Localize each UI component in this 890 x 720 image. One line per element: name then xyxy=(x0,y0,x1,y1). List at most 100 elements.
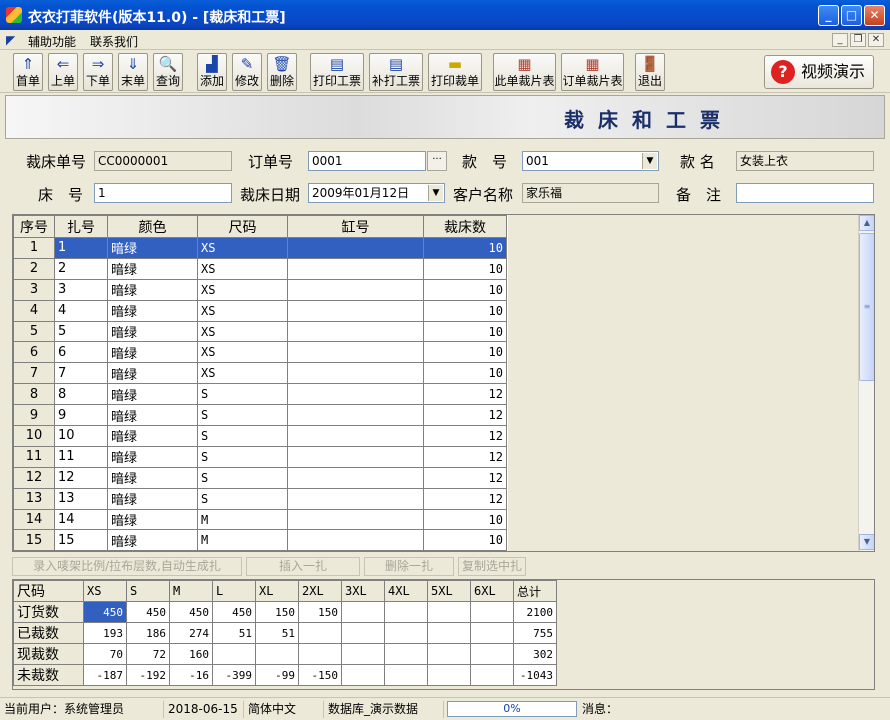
table-row[interactable]: 5 5 暗绿 XS 10 xyxy=(13,320,507,343)
size-value-cell[interactable]: -99 xyxy=(255,664,299,686)
size-value-cell[interactable] xyxy=(212,643,256,665)
size-cell[interactable]: XS xyxy=(197,299,288,322)
dye-lot-cell[interactable] xyxy=(287,257,424,280)
size-value-cell[interactable] xyxy=(341,664,385,686)
color-cell[interactable]: 暗绿 xyxy=(107,508,198,531)
size-cell[interactable]: XS xyxy=(197,341,288,364)
close-button[interactable]: ✕ xyxy=(864,5,885,26)
table-row[interactable]: 1 1 暗绿 XS 10 xyxy=(13,237,507,259)
size-cell[interactable]: XS xyxy=(197,257,288,280)
size-value-cell[interactable]: 302 xyxy=(513,643,557,665)
table-row[interactable]: 8 8 暗绿 S 12 xyxy=(13,383,507,406)
bundle-no-cell[interactable]: 9 xyxy=(54,404,108,427)
dye-lot-cell[interactable] xyxy=(287,278,424,301)
qty-cell[interactable]: 10 xyxy=(423,508,507,531)
size-value-cell[interactable] xyxy=(255,643,299,665)
size-value-cell[interactable]: 70 xyxy=(83,643,127,665)
last-record-button[interactable]: ⇓ 末单 xyxy=(118,53,148,91)
size-value-cell[interactable]: 274 xyxy=(169,622,213,644)
size-value-cell[interactable]: 150 xyxy=(298,601,342,623)
qty-cell[interactable]: 10 xyxy=(423,237,507,259)
size-value-cell[interactable] xyxy=(384,664,428,686)
scroll-down-icon[interactable]: ▼ xyxy=(859,534,874,550)
insert-bundle-button[interactable]: 插入一扎 xyxy=(246,557,360,576)
qty-cell[interactable]: 12 xyxy=(423,466,507,489)
size-value-cell[interactable] xyxy=(427,622,471,644)
size-value-cell[interactable]: -187 xyxy=(83,664,127,686)
qty-cell[interactable]: 10 xyxy=(423,529,507,551)
size-value-cell[interactable] xyxy=(427,664,471,686)
size-value-cell[interactable] xyxy=(470,601,514,623)
delete-bundle-button[interactable]: 删除一扎 xyxy=(364,557,454,576)
size-value-cell[interactable] xyxy=(341,622,385,644)
dye-lot-cell[interactable] xyxy=(287,487,424,510)
size-cell[interactable]: XS xyxy=(197,278,288,301)
qty-cell[interactable]: 10 xyxy=(423,278,507,301)
size-cell[interactable]: S xyxy=(197,383,288,406)
size-value-cell[interactable]: -399 xyxy=(212,664,256,686)
order-cut-piece-report-button[interactable]: ▦ 订单裁片表 xyxy=(561,53,624,91)
size-value-cell[interactable]: -16 xyxy=(169,664,213,686)
dye-lot-cell[interactable] xyxy=(287,383,424,406)
color-cell[interactable]: 暗绿 xyxy=(107,362,198,385)
remark-field[interactable] xyxy=(736,183,874,203)
style-name-field[interactable]: 女装上衣 xyxy=(736,151,874,171)
dye-lot-cell[interactable] xyxy=(287,341,424,364)
menu-assist[interactable]: 辅助功能 xyxy=(28,33,76,50)
menu-contact[interactable]: 联系我们 xyxy=(90,33,138,50)
prev-record-button[interactable]: ⇐ 上单 xyxy=(48,53,78,91)
qty-cell[interactable]: 10 xyxy=(423,299,507,322)
size-value-cell[interactable]: 755 xyxy=(513,622,557,644)
col-color-header[interactable]: 颜色 xyxy=(107,215,198,238)
dye-lot-cell[interactable] xyxy=(287,466,424,489)
size-value-cell[interactable]: 51 xyxy=(255,622,299,644)
chevron-down-icon[interactable]: ▼ xyxy=(428,185,443,201)
qty-cell[interactable]: 12 xyxy=(423,487,507,510)
delete-button[interactable]: 🗑 删除 xyxy=(267,53,297,91)
dye-lot-cell[interactable] xyxy=(287,362,424,385)
col-qty-header[interactable]: 裁床数 xyxy=(423,215,507,238)
col-seq-header[interactable]: 序号 xyxy=(13,215,55,238)
size-value-cell[interactable]: 160 xyxy=(169,643,213,665)
bundle-no-cell[interactable]: 2 xyxy=(54,257,108,280)
size-value-cell[interactable] xyxy=(384,643,428,665)
mdi-restore-button[interactable]: ❐ xyxy=(850,33,866,47)
next-record-button[interactable]: ⇒ 下单 xyxy=(83,53,113,91)
copy-bundle-button[interactable]: 复制选中扎 xyxy=(458,557,526,576)
size-value-cell[interactable] xyxy=(470,622,514,644)
size-value-cell[interactable] xyxy=(341,643,385,665)
table-row[interactable]: 10 10 暗绿 S 12 xyxy=(13,425,507,447)
dye-lot-cell[interactable] xyxy=(287,237,424,259)
size-value-cell[interactable] xyxy=(427,601,471,623)
size-value-cell[interactable]: 450 xyxy=(212,601,256,623)
mdi-close-button[interactable]: ✕ xyxy=(868,33,884,47)
col-bundle-header[interactable]: 扎号 xyxy=(54,215,108,238)
size-cell[interactable]: XS xyxy=(197,320,288,343)
size-value-cell[interactable]: 193 xyxy=(83,622,127,644)
minimize-button[interactable]: _ xyxy=(818,5,839,26)
color-cell[interactable]: 暗绿 xyxy=(107,466,198,489)
dye-lot-cell[interactable] xyxy=(287,508,424,531)
qty-cell[interactable]: 10 xyxy=(423,320,507,343)
color-cell[interactable]: 暗绿 xyxy=(107,320,198,343)
bundle-no-cell[interactable]: 5 xyxy=(54,320,108,343)
add-button[interactable]: ▟ 添加 xyxy=(197,53,227,91)
size-value-cell[interactable]: 186 xyxy=(126,622,170,644)
color-cell[interactable]: 暗绿 xyxy=(107,341,198,364)
bundle-no-cell[interactable]: 15 xyxy=(54,529,108,551)
size-value-cell[interactable]: 2100 xyxy=(513,601,557,623)
table-row[interactable]: 6 6 暗绿 XS 10 xyxy=(13,341,507,364)
customer-field[interactable]: 家乐福 xyxy=(522,183,659,203)
color-cell[interactable]: 暗绿 xyxy=(107,299,198,322)
bundle-no-cell[interactable]: 10 xyxy=(54,425,108,447)
bundle-no-cell[interactable]: 14 xyxy=(54,508,108,531)
color-cell[interactable]: 暗绿 xyxy=(107,445,198,468)
bed-no-field[interactable]: 1 xyxy=(94,183,232,203)
size-value-cell[interactable] xyxy=(470,643,514,665)
col-size-header[interactable]: 尺码 xyxy=(197,215,288,238)
size-value-cell[interactable]: 51 xyxy=(212,622,256,644)
size-cell[interactable]: S xyxy=(197,487,288,510)
table-row[interactable]: 7 7 暗绿 XS 10 xyxy=(13,362,507,385)
scroll-up-icon[interactable]: ▲ xyxy=(859,215,874,231)
color-cell[interactable]: 暗绿 xyxy=(107,487,198,510)
